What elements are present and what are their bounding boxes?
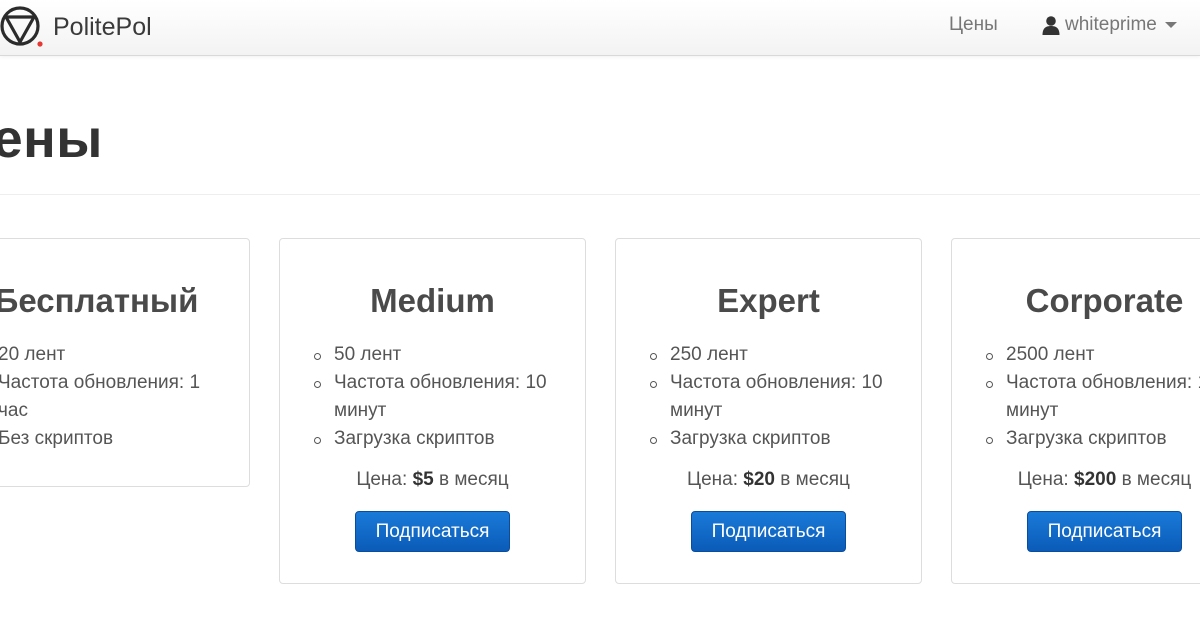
plan-price: Цена: $20 в месяц (616, 469, 921, 491)
top-navbar: PolitePol Цены whiteprime (0, 0, 1200, 56)
feature-item: 50 лент (314, 341, 570, 369)
feature-item: Частота обновления: 10 минут (986, 369, 1200, 425)
feature-item: Загрузка скриптов (986, 425, 1200, 453)
plan-card-corporate: Corporate 2500 лент Частота обновления: … (951, 238, 1200, 584)
caret-down-icon (1164, 22, 1177, 28)
subscribe-button[interactable]: Подписаться (1027, 511, 1182, 552)
price-suffix: в месяц (780, 469, 850, 490)
plan-name: Бесплатный (0, 282, 199, 319)
plan-name: Corporate (1025, 282, 1184, 319)
price-prefix: Цена: (1017, 469, 1069, 490)
feature-list: 20 лент Частота обновления: 1 час Без ск… (0, 341, 234, 453)
feature-item: Частота обновления: 10 минут (650, 369, 906, 425)
price-amount: $5 (412, 469, 434, 490)
price-amount: $20 (743, 469, 775, 490)
header-divider (0, 194, 1200, 195)
plan-name: Expert (717, 282, 820, 319)
feature-item: Частота обновления: 1 час (0, 369, 234, 425)
plan-name: Medium (370, 282, 495, 319)
feature-item: 2500 лент (986, 341, 1200, 369)
user-menu-dropdown[interactable]: whiteprime (1042, 14, 1177, 36)
brand-link[interactable]: PolitePol (0, 5, 152, 49)
feature-list: 2500 лент Частота обновления: 10 минут З… (986, 341, 1200, 453)
triangle-in-circle-logo-icon (0, 6, 43, 47)
brand-name: PolitePol (53, 12, 152, 41)
username-label: whiteprime (1065, 14, 1157, 35)
feature-item: Без скриптов (0, 425, 234, 453)
price-suffix: в месяц (438, 469, 509, 490)
plan-card-expert: Expert 250 лент Частота обновления: 10 м… (615, 238, 922, 584)
feature-item: Загрузка скриптов (314, 425, 570, 453)
feature-list: 250 лент Частота обновления: 10 минут За… (650, 341, 906, 453)
price-suffix: в месяц (1121, 469, 1192, 490)
price-amount: $200 (1074, 469, 1117, 490)
user-icon (1042, 16, 1060, 35)
feature-list: 50 лент Частота обновления: 10 минут Заг… (314, 341, 570, 453)
plan-card-medium: Medium 50 лент Частота обновления: 10 ми… (279, 238, 586, 584)
feature-item: Частота обновления: 10 минут (314, 369, 570, 425)
plan-card-free: Бесплатный 20 лент Частота обновления: 1… (0, 238, 250, 487)
price-prefix: Цена: (687, 469, 738, 490)
plan-price: Цена: $200 в месяц (952, 469, 1200, 491)
subscribe-button[interactable]: Подписаться (355, 511, 510, 552)
page-title: Цены (0, 109, 103, 169)
feature-item: 20 лент (0, 341, 234, 369)
price-prefix: Цена: (356, 469, 408, 490)
feature-item: Загрузка скриптов (650, 425, 906, 453)
subscribe-button[interactable]: Подписаться (691, 511, 846, 552)
feature-item: 250 лент (650, 341, 906, 369)
nav-prices-link[interactable]: Цены (949, 14, 998, 36)
plan-price: Цена: $5 в месяц (280, 469, 585, 491)
